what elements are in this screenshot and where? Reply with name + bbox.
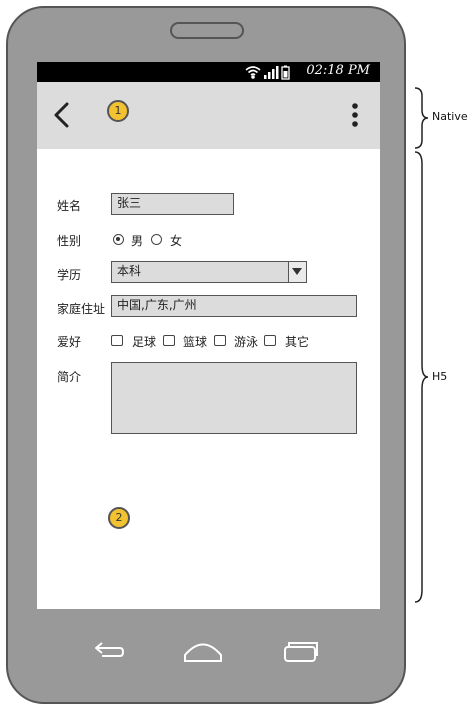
native-app-bar: 1 xyxy=(37,82,380,149)
intro-textarea[interactable] xyxy=(111,362,357,434)
annotation-badge-1: 1 xyxy=(107,100,129,122)
battery-icon xyxy=(281,65,290,80)
address-input[interactable]: 中国,广东,广州 xyxy=(111,295,357,317)
native-annotation: Native xyxy=(432,110,468,123)
hobby-label-other: 其它 xyxy=(285,335,310,349)
gender-radio-female[interactable] xyxy=(151,234,162,245)
phone-speaker xyxy=(170,22,244,39)
gender-option-male: 男 xyxy=(131,234,144,248)
more-vertical-icon[interactable] xyxy=(350,100,360,130)
gender-radio-male[interactable] xyxy=(113,234,124,245)
signal-icon xyxy=(264,66,279,79)
education-label: 学历 xyxy=(57,268,82,282)
hobby-checkbox-football[interactable] xyxy=(111,335,123,346)
hobbies-label: 爱好 xyxy=(57,335,82,349)
wifi-icon xyxy=(245,66,261,79)
hobby-label-swimming: 游泳 xyxy=(234,335,259,349)
hobby-checkbox-other[interactable] xyxy=(264,335,276,346)
status-time: 02:18 PM xyxy=(306,63,370,78)
back-nav-icon[interactable] xyxy=(90,640,126,664)
h5-annotation: H5 xyxy=(432,370,448,383)
education-select[interactable]: 本科 xyxy=(111,261,307,283)
h5-brace xyxy=(414,151,429,603)
hobby-checkbox-swimming[interactable] xyxy=(214,335,226,346)
gender-option-female: 女 xyxy=(170,234,183,248)
dropdown-arrow-icon[interactable] xyxy=(288,262,306,282)
native-brace xyxy=(414,87,429,149)
hobby-checkbox-basketball[interactable] xyxy=(163,335,175,346)
phone-screen: 02:18 PM 1 姓名 张三 性别 男 女 学历 本科 家庭住址 中国,广东… xyxy=(37,62,380,609)
recents-nav-icon[interactable] xyxy=(280,640,320,664)
hobby-label-basketball: 篮球 xyxy=(183,335,208,349)
address-label: 家庭住址 xyxy=(57,302,106,316)
home-nav-icon[interactable] xyxy=(182,638,224,664)
gender-label: 性别 xyxy=(57,234,82,248)
annotation-badge-2: 2 xyxy=(108,507,130,529)
intro-label: 简介 xyxy=(57,370,82,384)
hobby-label-football: 足球 xyxy=(132,335,157,349)
chevron-left-icon[interactable] xyxy=(51,100,73,130)
name-input[interactable]: 张三 xyxy=(111,193,234,215)
status-bar: 02:18 PM xyxy=(37,62,380,82)
education-select-value: 本科 xyxy=(117,264,142,278)
name-label: 姓名 xyxy=(57,199,82,213)
